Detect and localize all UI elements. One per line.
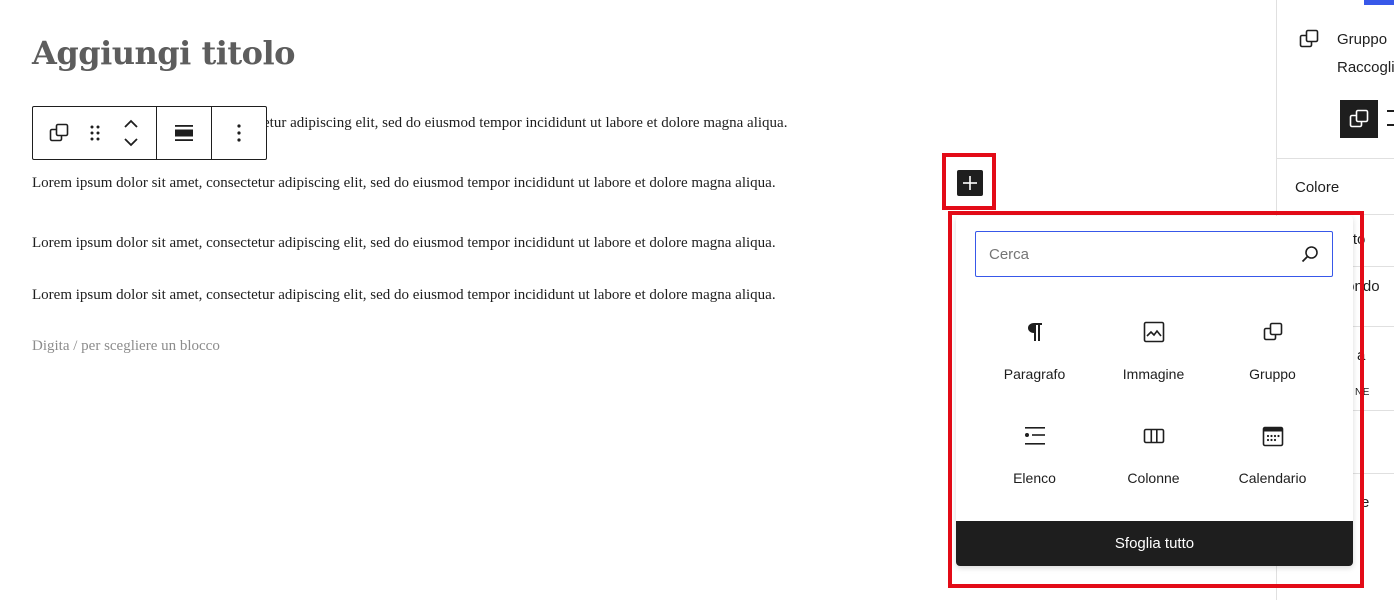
paragraph-block[interactable]: Lorem ipsum dolor sit amet, consectetur … (32, 287, 776, 304)
inserter-block-calendar[interactable]: Calendario (1213, 404, 1332, 500)
toolbar-options-group (212, 107, 266, 159)
inserter-block-list[interactable]: Elenco (975, 404, 1094, 500)
inserter-block-label: Paragrafo (1003, 366, 1066, 382)
inserter-block-label: Elenco (1013, 470, 1056, 486)
list-icon (1024, 418, 1046, 454)
inserter-search (975, 231, 1333, 277)
quick-inserter-popover: Paragrafo Immagine Gruppo (956, 216, 1353, 566)
plus-icon (963, 176, 977, 190)
search-icon[interactable] (1288, 245, 1332, 263)
align-button[interactable] (167, 107, 201, 159)
inserter-block-label: Calendario (1238, 470, 1307, 486)
sidebar-tab-indicator (1364, 0, 1394, 5)
block-appender-placeholder[interactable]: Digita / per scegliere un blocco (32, 338, 220, 355)
inserter-block-columns[interactable]: Colonne (1094, 404, 1213, 500)
group-icon (49, 123, 68, 142)
browse-all-button[interactable]: Sfoglia tutto (956, 521, 1353, 566)
toolbar-block-group (33, 107, 157, 159)
inserter-block-group[interactable]: Gruppo (1213, 300, 1332, 396)
inserter-block-image[interactable]: Immagine (1094, 300, 1213, 396)
drag-handle-icon (90, 125, 99, 141)
image-icon (1143, 314, 1165, 350)
group-icon (1349, 109, 1369, 128)
columns-icon (1143, 418, 1165, 454)
move-up-down-button[interactable] (109, 107, 153, 159)
inserter-block-label: Colonne (1127, 470, 1180, 486)
drag-handle-button[interactable] (81, 107, 109, 159)
calendar-icon (1262, 418, 1284, 454)
inserter-search-input[interactable] (976, 232, 1288, 276)
paragraph-icon (1027, 314, 1043, 350)
move-up-down-icon (123, 119, 138, 147)
sidebar-block-description: Raccogli (1337, 59, 1394, 76)
inserter-block-paragraph[interactable]: Paragrafo (975, 300, 1094, 396)
inserter-block-label: Immagine (1122, 366, 1185, 382)
block-toolbar (32, 106, 267, 160)
sidebar-section-colore[interactable]: Colore (1295, 179, 1339, 196)
block-type-button[interactable] (37, 107, 81, 159)
more-options-icon (237, 124, 241, 142)
paragraph-block[interactable]: etur adipiscing elit, sed do eiusmod tem… (263, 115, 787, 132)
align-icon (175, 125, 193, 141)
more-options-button[interactable] (222, 107, 256, 159)
group-variation-button[interactable] (1340, 100, 1378, 138)
inserter-toggle-button[interactable] (957, 170, 983, 196)
paragraph-block[interactable]: Lorem ipsum dolor sit amet, consectetur … (32, 175, 776, 192)
post-title[interactable]: Aggiungi titolo (32, 34, 296, 72)
toolbar-align-group (157, 107, 212, 159)
paragraph-block[interactable]: Lorem ipsum dolor sit amet, consectetur … (32, 235, 776, 252)
inserter-block-label: Gruppo (1249, 366, 1296, 382)
row-variation-button[interactable] (1387, 110, 1394, 126)
sidebar-divider (1277, 158, 1394, 159)
group-icon (1263, 314, 1283, 350)
sidebar-block-name: Gruppo (1337, 31, 1388, 48)
group-icon (1299, 29, 1319, 54)
